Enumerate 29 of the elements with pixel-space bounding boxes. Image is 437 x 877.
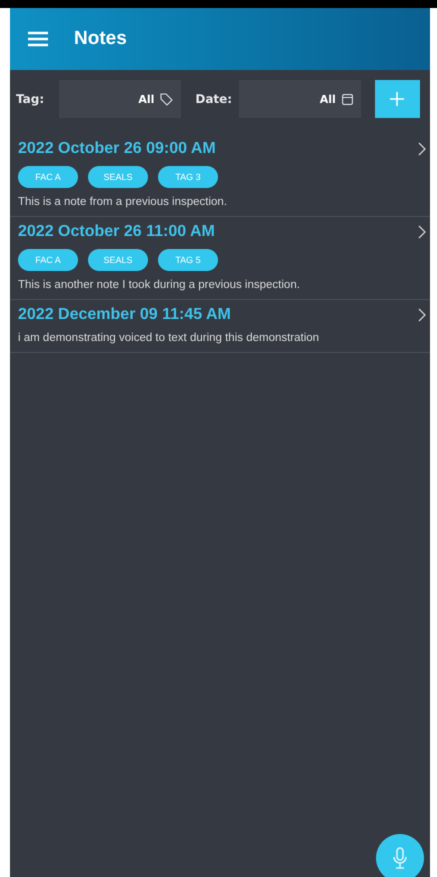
app-title: Notes bbox=[74, 28, 127, 50]
microphone-icon bbox=[393, 847, 407, 869]
tag-chip: TAG 5 bbox=[158, 249, 218, 271]
tag-chip: TAG 3 bbox=[158, 166, 218, 188]
plus-icon bbox=[390, 92, 404, 106]
tag-chip: SEALS bbox=[88, 249, 148, 271]
note-item[interactable]: 2022 October 26 09:00 AM FAC A SEALS TAG 3 This is a note from a previous inspection. bbox=[10, 134, 430, 217]
tag-chip: SEALS bbox=[88, 166, 148, 188]
chevron-right-icon bbox=[418, 225, 426, 239]
tag-chip: FAC A bbox=[18, 166, 78, 188]
tag-chip: FAC A bbox=[18, 249, 78, 271]
tag-icon bbox=[160, 92, 174, 106]
menu-icon[interactable] bbox=[28, 31, 48, 47]
filter-label: Date: bbox=[195, 92, 234, 106]
note-date: 2022 December 09 11:45 AM bbox=[18, 306, 232, 324]
filter-label: Tag: bbox=[16, 92, 46, 106]
note-text: This is another note I took during a previous inspection. bbox=[18, 279, 301, 291]
chevron-right-icon bbox=[418, 142, 426, 156]
note-text: This is a note from a previous inspection. bbox=[18, 196, 228, 208]
note-date: 2022 October 26 11:00 AM bbox=[18, 223, 216, 241]
note-item[interactable]: 2022 December 09 11:45 AM i am demonstrating voiced to text during this demonstration bbox=[10, 300, 430, 353]
note-date: 2022 October 26 09:00 AM bbox=[18, 140, 217, 158]
chevron-right-icon bbox=[418, 308, 426, 322]
calendar-icon bbox=[342, 94, 353, 104]
note-item[interactable]: 2022 October 26 11:00 AM FAC A SEALS TAG 5 This is another note I took during a previous inspection. bbox=[10, 217, 430, 300]
microphone-button[interactable] bbox=[376, 834, 424, 877]
date-filter-field[interactable]: All bbox=[238, 80, 361, 118]
tag-filter-field[interactable]: All bbox=[59, 80, 182, 118]
note-text: i am demonstrating voiced to text during this demonstration bbox=[18, 332, 320, 344]
